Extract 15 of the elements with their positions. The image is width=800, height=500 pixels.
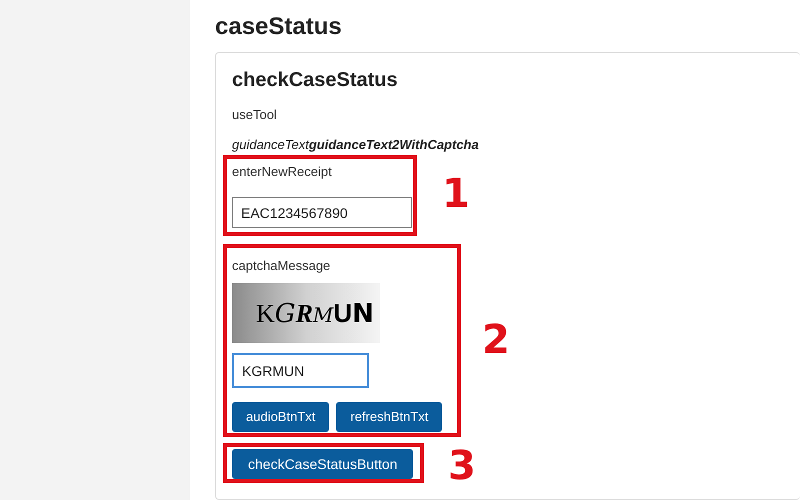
card-title: checkCaseStatus [232, 68, 399, 93]
refresh-button[interactable]: refreshBtnTxt [336, 402, 442, 432]
captcha-text: KGRMUN [256, 300, 374, 326]
audio-button[interactable]: audioBtnTxt [232, 402, 330, 432]
captcha-input[interactable]: KGRMUN [232, 353, 369, 388]
field-label: enterNewReceipt [232, 164, 333, 180]
intro-text: useTool [232, 107, 278, 123]
step-number: 3 [448, 446, 476, 486]
page-title: caseStatus [215, 12, 343, 42]
guidance-text: guidanceTextguidanceText2WithCaptcha [232, 137, 480, 153]
step-number: 1 [442, 174, 470, 214]
field-label: captchaMessage [232, 258, 332, 274]
check-status-button[interactable]: checkCaseStatusButton [232, 449, 414, 479]
receipt-input[interactable]: EAC1234567890 [232, 197, 412, 228]
step-number: 2 [482, 320, 510, 360]
